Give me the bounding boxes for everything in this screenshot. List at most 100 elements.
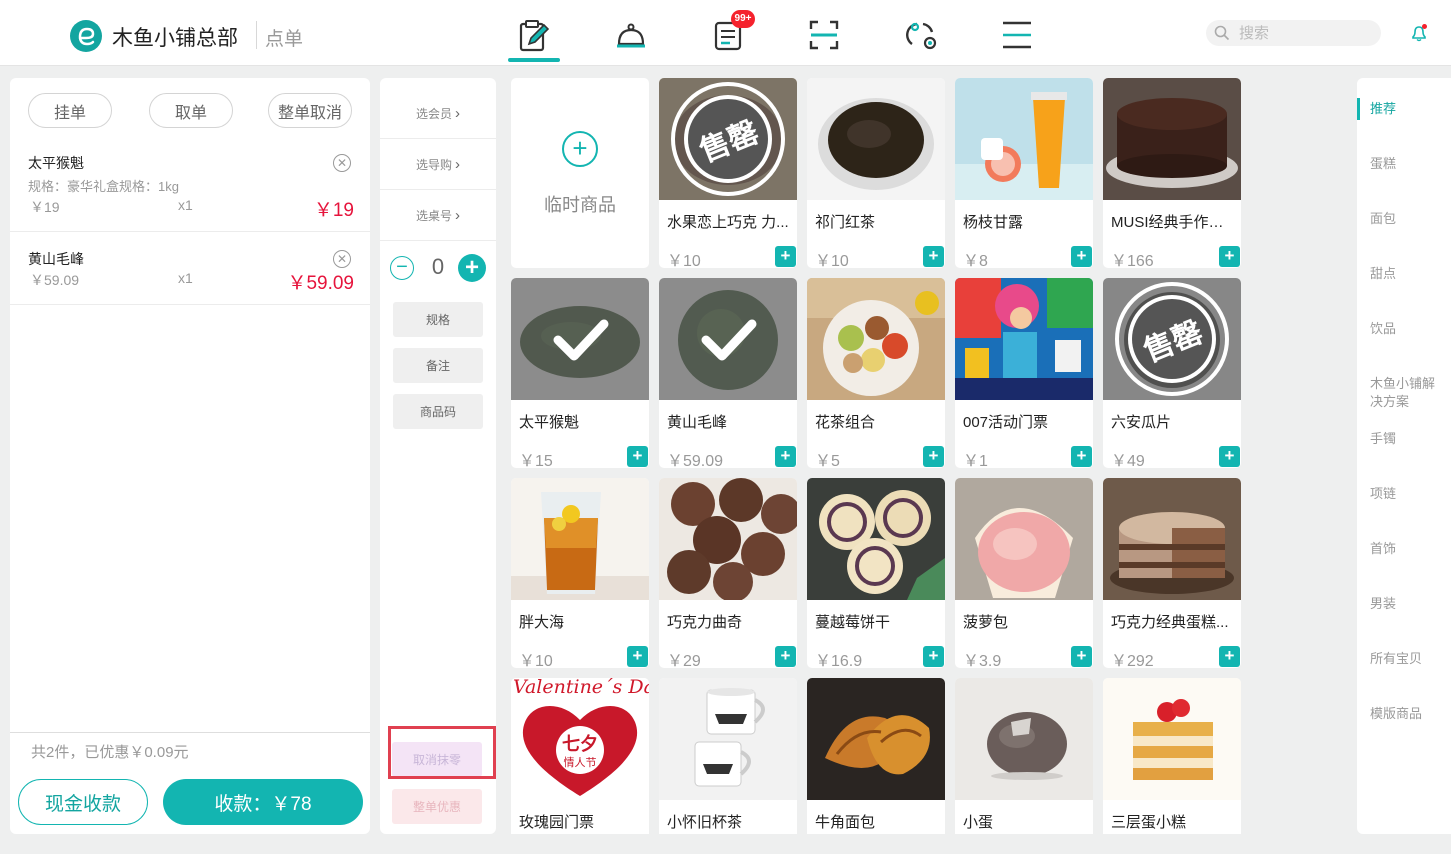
- category-item[interactable]: 模版商品: [1370, 705, 1446, 723]
- search-icon: [1214, 25, 1230, 41]
- qixi-text: 七夕: [562, 734, 598, 755]
- product-card[interactable]: Valentine´s Day 七夕 情人节 玫瑰园门票: [511, 678, 649, 834]
- remove-item-icon[interactable]: ✕: [333, 250, 351, 268]
- order-item-total: ￥19: [313, 200, 354, 221]
- product-card[interactable]: 巧克力曲奇 ￥29 +: [659, 478, 797, 668]
- order-item[interactable]: 太平猴魁 ✕ 规格：豪华礼盒规格：1kg ￥19 x1 ￥19: [10, 144, 370, 232]
- product-image: 售罄: [1103, 278, 1241, 400]
- add-to-cart-button[interactable]: +: [1219, 646, 1240, 667]
- category-item[interactable]: 面包: [1370, 210, 1446, 228]
- product-code-button[interactable]: 商品码: [393, 394, 483, 429]
- product-card[interactable]: MUSI经典手作蛋糕 ￥166 +: [1103, 78, 1241, 268]
- order-edit-icon[interactable]: [514, 14, 554, 56]
- cash-payment-button[interactable]: 现金收款: [18, 779, 148, 825]
- product-card[interactable]: 花茶组合 ￥5 +: [807, 278, 945, 468]
- add-to-cart-button[interactable]: +: [1071, 646, 1092, 667]
- product-card[interactable]: 三层蛋小糕: [1103, 678, 1241, 834]
- product-name: 胖大海: [519, 614, 565, 631]
- product-name: 巧克力经典蛋糕...: [1111, 614, 1229, 631]
- product-price: ￥10: [519, 653, 553, 668]
- search-box[interactable]: [1206, 20, 1381, 46]
- product-name: 蔓越莓饼干: [815, 614, 891, 631]
- temp-product-card[interactable]: + 临时商品: [511, 78, 649, 268]
- category-item[interactable]: 项链: [1370, 485, 1446, 503]
- product-card[interactable]: 祁门红茶 ￥10 +: [807, 78, 945, 268]
- remove-item-icon[interactable]: ✕: [333, 154, 351, 172]
- order-item-price: ￥19: [30, 199, 60, 215]
- category-item[interactable]: 木鱼小铺解决方案: [1370, 375, 1446, 411]
- product-card[interactable]: 胖大海 ￥10 +: [511, 478, 649, 668]
- add-to-cart-button[interactable]: +: [1219, 246, 1240, 267]
- order-item-qty: x1: [178, 197, 193, 213]
- product-name: 黄山毛峰: [667, 414, 728, 431]
- product-card[interactable]: 巧克力经典蛋糕... ￥292 +: [1103, 478, 1241, 668]
- order-item-name: 太平猴魁: [28, 155, 84, 171]
- increase-button[interactable]: +: [458, 254, 486, 282]
- product-name: 杨枝甘露: [963, 214, 1024, 231]
- search-input[interactable]: [1239, 23, 1369, 43]
- note-button[interactable]: 备注: [393, 348, 483, 383]
- decrease-button[interactable]: −: [390, 256, 414, 280]
- category-item[interactable]: 男装: [1370, 595, 1446, 613]
- category-item[interactable]: 首饰: [1370, 540, 1446, 558]
- highlight-box: [388, 726, 496, 779]
- product-name: 小蛋: [963, 814, 994, 831]
- checkout-button[interactable]: 收款：￥78: [163, 779, 363, 825]
- order-footer: 共2件，已优惠￥0.09元 现金收款 收款：￥78: [10, 732, 370, 834]
- product-price: ￥3.9: [963, 653, 1002, 668]
- add-to-cart-button[interactable]: +: [923, 446, 944, 467]
- spec-button[interactable]: 规格: [393, 302, 483, 337]
- menu-icon[interactable]: [997, 14, 1037, 56]
- product-card[interactable]: 太平猴魁 ￥15 +: [511, 278, 649, 468]
- add-to-cart-button[interactable]: +: [923, 246, 944, 267]
- category-item[interactable]: 甜点: [1370, 265, 1446, 283]
- notification-dot: [1422, 24, 1427, 29]
- order-discount-button[interactable]: 整单优惠: [392, 789, 482, 824]
- check-icon: [553, 319, 609, 361]
- product-name: MUSI经典手作蛋糕: [1111, 214, 1237, 231]
- order-item-total: ￥59.09: [287, 273, 354, 294]
- add-to-cart-button[interactable]: +: [923, 646, 944, 667]
- product-image: [807, 78, 945, 200]
- product-card[interactable]: 小蛋: [955, 678, 1093, 834]
- select-member-button[interactable]: 选会员 ›: [380, 88, 496, 139]
- scan-icon[interactable]: [804, 14, 844, 56]
- cancel-all-button[interactable]: 整单取消: [268, 93, 352, 128]
- retrieve-order-button[interactable]: 取单: [149, 93, 233, 128]
- product-card[interactable]: 牛角面包: [807, 678, 945, 834]
- product-grid: + 临时商品 售罄 水果恋上巧克 力... ￥10 + 祁门红茶 ￥10 + 杨…: [510, 78, 1250, 834]
- category-item[interactable]: 推荐: [1370, 100, 1446, 118]
- product-name: 三层蛋小糕: [1111, 814, 1187, 831]
- product-image: [955, 678, 1093, 800]
- product-card[interactable]: 007活动门票 ￥1 +: [955, 278, 1093, 468]
- product-card[interactable]: 菠萝包 ￥3.9 +: [955, 478, 1093, 668]
- product-image: [1103, 78, 1241, 200]
- add-to-cart-button[interactable]: +: [1071, 446, 1092, 467]
- select-guide-button[interactable]: 选导购 ›: [380, 139, 496, 190]
- product-card[interactable]: 黄山毛峰 ￥59.09 +: [659, 278, 797, 468]
- category-item[interactable]: 饮品: [1370, 320, 1446, 338]
- product-name: 水果恋上巧克 力...: [667, 214, 789, 231]
- category-item[interactable]: 手镯: [1370, 430, 1446, 448]
- product-card[interactable]: 售罄 六安瓜片 ￥49 +: [1103, 278, 1241, 468]
- add-to-cart-button[interactable]: +: [627, 646, 648, 667]
- select-table-button[interactable]: 选桌号 ›: [380, 190, 496, 241]
- product-card[interactable]: 杨枝甘露 ￥8 +: [955, 78, 1093, 268]
- product-price: ￥8: [963, 253, 988, 268]
- product-card[interactable]: 小怀旧杯茶: [659, 678, 797, 834]
- category-item[interactable]: 蛋糕: [1370, 155, 1446, 173]
- product-card[interactable]: 蔓越莓饼干 ￥16.9 +: [807, 478, 945, 668]
- category-item[interactable]: 所有宝贝: [1370, 650, 1446, 668]
- product-card[interactable]: 售罄 水果恋上巧克 力... ￥10 +: [659, 78, 797, 268]
- service-bell-icon[interactable]: [611, 14, 651, 56]
- exchange-icon[interactable]: [901, 14, 941, 56]
- add-to-cart-button[interactable]: +: [775, 646, 796, 667]
- add-to-cart-button[interactable]: +: [1219, 446, 1240, 467]
- add-to-cart-button[interactable]: +: [775, 246, 796, 267]
- add-to-cart-button[interactable]: +: [775, 446, 796, 467]
- add-to-cart-button[interactable]: +: [1071, 246, 1092, 267]
- add-to-cart-button[interactable]: +: [627, 446, 648, 467]
- notification-badge: 99+: [731, 10, 755, 28]
- order-item[interactable]: 黄山毛峰 ✕ ￥59.09 x1 ￥59.09: [10, 232, 370, 305]
- hold-order-button[interactable]: 挂单: [28, 93, 112, 128]
